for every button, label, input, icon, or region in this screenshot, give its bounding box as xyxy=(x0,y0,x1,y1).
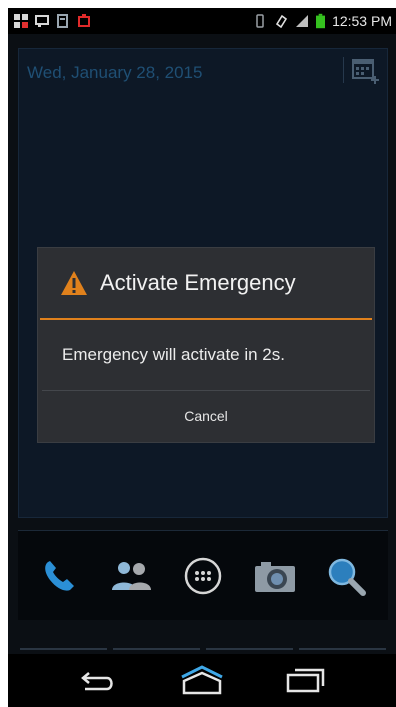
status-indicators: 12:53 PM xyxy=(253,13,392,29)
nav-home-button[interactable] xyxy=(177,661,227,701)
status-notifications xyxy=(14,14,91,28)
back-icon xyxy=(81,671,114,690)
battery-icon xyxy=(316,13,326,29)
nav-back-button[interactable] xyxy=(74,661,124,701)
warning-icon xyxy=(61,271,87,295)
dialog-header: Activate Emergency xyxy=(38,248,374,318)
media-icon xyxy=(57,14,68,28)
chat-icon xyxy=(35,15,49,27)
app-grid-icon xyxy=(14,14,28,28)
recent-apps-icon xyxy=(286,668,324,692)
status-time: 12:53 PM xyxy=(332,13,392,29)
nav-recent-apps-button[interactable] xyxy=(280,661,330,701)
home-icon xyxy=(181,664,223,694)
phone-screen: 12:53 PM Wed, January 28, 2015 Activate … xyxy=(8,8,396,707)
vibrate-icon xyxy=(256,14,264,28)
dialog-title: Activate Emergency xyxy=(100,270,296,295)
cancel-button[interactable]: Cancel xyxy=(38,391,374,441)
alert-icon xyxy=(78,14,90,27)
status-bar: 12:53 PM xyxy=(8,8,396,34)
signal-icon xyxy=(296,15,309,27)
emergency-dialog: Activate Emergency Emergency will activa… xyxy=(38,248,374,442)
sync-icon xyxy=(275,14,288,28)
dialog-message: Emergency will activate in 2s. xyxy=(62,345,285,364)
navigation-bar xyxy=(8,654,396,707)
